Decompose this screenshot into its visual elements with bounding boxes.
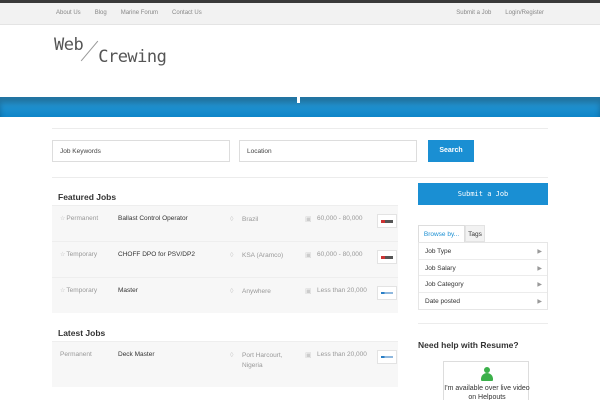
helpouts-text: I'm available over live video on Helpout… [444,385,530,400]
location-pin-icon: ◊ [230,352,234,359]
featured-jobs-heading: Featured Jobs [58,192,117,202]
star-icon[interactable]: ☆ [60,216,65,222]
site-logo[interactable]: Web Crewing [54,35,167,67]
salary-icon: ▣ [305,252,312,259]
logo-word-crewing: Crewing [98,47,167,67]
job-title[interactable]: Ballast Control Operator [118,215,188,222]
tab-browse-by[interactable]: Browse by... [418,225,465,242]
top-nav-right: Submit a Job Login/Register [442,10,544,16]
top-bar: About Us Blog Marine Forum Contact Us Su… [0,0,600,25]
star-icon[interactable]: ☆ [60,288,65,294]
job-row[interactable]: Permanent Deck Master ◊ Port Harcourt, Ni… [52,341,398,387]
resume-help-heading: Need help with Resume? [418,340,519,350]
divider [418,323,548,324]
company-logo-mark [381,219,393,223]
nav-about-us[interactable]: About Us [56,10,81,16]
job-salary: ▣ Less than 20,000 [305,287,367,295]
site-header: Web Crewing [0,25,600,97]
divider [52,177,548,178]
nav-contact-us[interactable]: Contact Us [172,10,202,16]
salary-icon: ▣ [305,352,312,359]
browse-item-job-type[interactable]: Job Type ▶ [419,243,547,260]
browse-item-job-category[interactable]: Job Category ▶ [419,276,547,293]
tab-tags[interactable]: Tags [465,225,485,242]
chevron-right-icon: ▶ [537,282,542,288]
person-icon [480,367,494,381]
company-logo[interactable] [377,286,397,300]
browse-item-date-posted[interactable]: Date posted ▶ [419,293,547,310]
browse-list: Job Type ▶ Job Salary ▶ Job Category ▶ Date… [418,242,548,310]
star-icon[interactable]: ☆ [60,252,65,258]
nav-submit-job[interactable]: Submit a Job [456,10,491,16]
company-logo[interactable] [377,214,397,228]
browse-item-job-salary[interactable]: Job Salary ▶ [419,260,547,276]
company-logo-mark [381,255,393,259]
submit-job-button[interactable]: Submit a Job [418,183,548,205]
helpouts-badge[interactable]: I'm available over live video on Helpout… [443,361,530,400]
job-salary: ▣ Less than 20,000 [305,351,367,359]
job-salary: ▣ 60,000 - 80,000 [305,215,363,223]
chevron-right-icon: ▶ [537,265,542,272]
job-type: ☆Temporary [60,287,98,294]
job-location: ◊ Port Harcourt, Nigeria [230,352,283,369]
job-salary: ▣ 60,000 - 80,000 [305,251,363,259]
job-row[interactable]: ☆Temporary CHOFF DPO for PSV/DP2 ◊ KSA (A… [52,241,398,277]
nav-blog[interactable]: Blog [95,10,107,16]
salary-icon: ▣ [305,216,312,223]
job-location: ◊ Anywhere [230,288,271,295]
company-logo[interactable] [377,350,397,364]
company-logo-mark [381,356,393,358]
banner-marker [297,97,300,103]
company-logo[interactable] [377,250,397,264]
job-title[interactable]: CHOFF DPO for PSV/DP2 [118,251,195,258]
hero-banner [0,97,600,117]
location-pin-icon: ◊ [230,252,234,259]
top-nav-left: About Us Blog Marine Forum Contact Us [56,10,216,16]
job-location: ◊ KSA (Aramco) [230,252,284,259]
job-title[interactable]: Deck Master [118,351,154,358]
job-type: ☆Permanent [60,215,99,222]
job-keywords-input[interactable]: Job Keywords [52,140,230,162]
location-input[interactable]: Location [239,140,417,162]
salary-icon: ▣ [305,288,312,295]
location-pin-icon: ◊ [230,216,234,223]
logo-word-web: Web [54,35,84,55]
job-row[interactable]: ☆Permanent Ballast Control Operator ◊ Bra… [52,205,398,241]
latest-jobs-heading: Latest Jobs [58,328,106,338]
divider [52,128,548,129]
search-button[interactable]: Search [428,140,474,162]
job-title[interactable]: Master [118,287,138,294]
job-location: ◊ Brazil [230,216,259,223]
chevron-right-icon: ▶ [537,249,542,255]
job-row[interactable]: ☆Temporary Master ◊ Anywhere ▣ Less than 2… [52,277,398,313]
nav-marine-forum[interactable]: Marine Forum [121,10,158,16]
location-pin-icon: ◊ [230,288,234,295]
job-type: ☆Temporary [60,251,98,258]
logo-slash [80,40,99,62]
nav-login-register[interactable]: Login/Register [505,10,544,16]
company-logo-mark [381,292,393,294]
job-type: Permanent [60,351,92,358]
chevron-right-icon: ▶ [537,298,542,305]
